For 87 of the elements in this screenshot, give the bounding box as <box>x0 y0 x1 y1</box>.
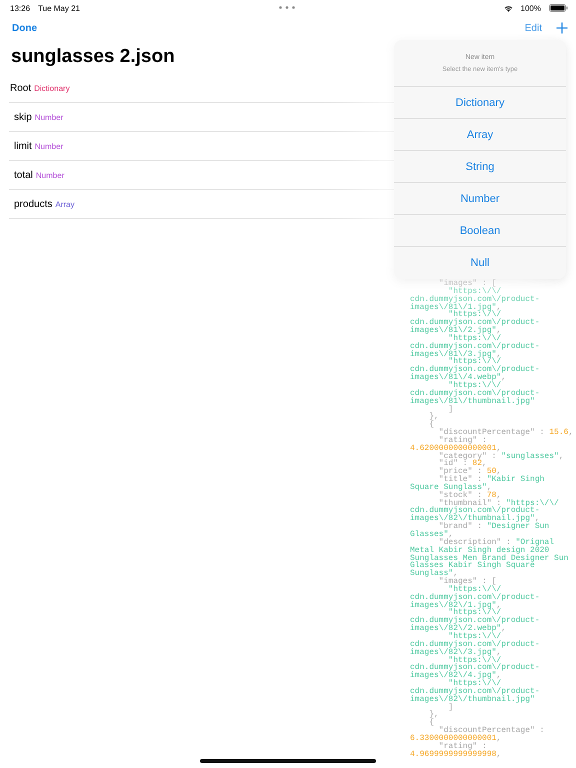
type-label: Number <box>34 142 64 150</box>
type-option[interactable]: String <box>394 151 566 183</box>
code-line: images\/82\/3.jpg", <box>410 648 502 656</box>
code-line: "https:\/\/ <box>448 334 502 343</box>
code-line: images\/82\/thumbnail.jpg" <box>410 696 535 704</box>
code-line: "images" : [ <box>438 280 496 288</box>
code-line: "https:\/\/ <box>448 358 502 366</box>
code-line: }, <box>428 413 440 422</box>
code-line: "discountPercentage" : 15.6, <box>438 429 574 437</box>
code-line: "price" : 50, <box>438 468 502 476</box>
type-label: Array <box>55 200 74 208</box>
type-label: Number <box>36 170 64 180</box>
code-line: cdn.dummyjson.com\/product- <box>410 366 541 374</box>
code-line: "title" : "Kabir Singh <box>438 476 546 484</box>
code-line: "rating" : <box>438 436 487 445</box>
add-icon[interactable] <box>556 22 568 34</box>
code-line: images\/81\/2.jpg", <box>410 327 502 335</box>
code-line: "brand" : "Designer Sun <box>438 523 550 531</box>
code-line: ] <box>448 406 454 414</box>
code-line: cdn.dummyjson.com\/product- <box>410 594 541 602</box>
code-line: "thumbnail" : "https:\/\/ <box>438 500 560 508</box>
code-line: "category" : "sunglasses", <box>438 452 565 460</box>
code-line: cdn.dummyjson.com\/product- <box>410 617 541 626</box>
code-line: { <box>428 719 436 728</box>
key-name[interactable]: total <box>14 170 33 180</box>
code-line: images\/81\/3.jpg", <box>410 350 502 358</box>
type-option[interactable]: Array <box>394 119 566 151</box>
code-line: cdn.dummyjson.com\/product- <box>410 319 541 328</box>
code-line: cdn.dummyjson.com\/product- <box>410 296 541 304</box>
code-line: "https:\/\/ <box>448 609 502 618</box>
battery-icon <box>549 4 568 12</box>
code-line: "https:\/\/ <box>448 656 502 664</box>
code-line: "description" : "Orignal <box>438 538 556 547</box>
edit-button[interactable]: Edit <box>524 22 542 34</box>
code-line: "https:\/\/ <box>448 680 502 688</box>
code-line: images\/82\/2.webp", <box>410 625 508 633</box>
code-line: 4.9699999999999998, <box>410 750 502 758</box>
code-line: "images" : [ <box>438 578 496 586</box>
code-line: Sunglasses Men Brand Designer Sun <box>410 554 570 562</box>
code-line: Sunglass", <box>410 570 458 578</box>
type-option[interactable]: Number <box>394 183 566 215</box>
code-line: images\/81\/thumbnail.jpg" <box>410 398 535 406</box>
code-line: "https:\/\/ <box>448 311 502 320</box>
code-line: }, <box>428 711 440 720</box>
type-option[interactable]: Dictionary <box>394 87 566 119</box>
code-line: images\/82\/1.jpg", <box>410 602 502 610</box>
code-line: images\/81\/4.webp", <box>410 374 508 382</box>
key-name[interactable]: skip <box>14 112 32 122</box>
code-line: "https:\/\/ <box>448 382 502 390</box>
code-line: cdn.dummyjson.com\/product- <box>410 664 541 672</box>
code-line: ] <box>448 704 454 712</box>
status-time: 13:26 <box>10 4 30 12</box>
code-line: images\/82\/thumbnail.jpg", <box>410 515 540 524</box>
code-line: "discountPercentage" : <box>438 727 546 735</box>
code-line: cdn.dummyjson.com\/product- <box>410 507 540 516</box>
code-line: Glasses Kabir Singh Square <box>410 562 535 570</box>
code-line: "https:\/\/ <box>448 288 502 296</box>
code-line: images\/82\/4.jpg", <box>410 672 502 680</box>
status-date: Tue May 21 <box>38 4 80 12</box>
code-line: 6.3300000000000001, <box>410 734 502 743</box>
key-name[interactable]: products <box>14 198 52 210</box>
code-line: cdn.dummyjson.com\/product- <box>410 640 541 649</box>
code-line: cdn.dummyjson.com\/product- <box>410 688 541 696</box>
type-label: Number <box>34 112 64 122</box>
code-line: "rating" : <box>438 742 487 751</box>
code-line: Glasses", <box>410 531 454 539</box>
more-dots-icon[interactable] <box>279 6 295 9</box>
code-line: cdn.dummyjson.com\/product- <box>410 342 541 351</box>
done-button[interactable]: Done <box>12 22 37 34</box>
code-line: "https:\/\/ <box>448 632 502 641</box>
code-line: Square Sunglass", <box>410 484 492 492</box>
code-line: images\/81\/1.jpg", <box>410 304 502 312</box>
code-line: "https:\/\/ <box>448 586 502 594</box>
type-label: Dictionary <box>34 84 70 92</box>
code-line: 4.6200000000000001, <box>410 444 502 453</box>
key-name[interactable]: Root <box>10 82 32 94</box>
wifi-icon <box>504 4 513 12</box>
type-option[interactable]: Boolean <box>394 215 566 247</box>
key-name[interactable]: limit <box>14 140 32 152</box>
code-line: Metal Kabir Singh design 2020 <box>410 546 550 555</box>
code-line: { <box>428 421 436 430</box>
document-title: sunglasses 2.json <box>11 46 175 68</box>
code-line: cdn.dummyjson.com\/product- <box>410 390 541 398</box>
battery-percent: 100% <box>520 4 541 12</box>
code-line: "stock" : 78, <box>438 492 502 500</box>
code-line: "id" : 82, <box>438 460 488 468</box>
type-option[interactable]: Null <box>394 247 566 279</box>
